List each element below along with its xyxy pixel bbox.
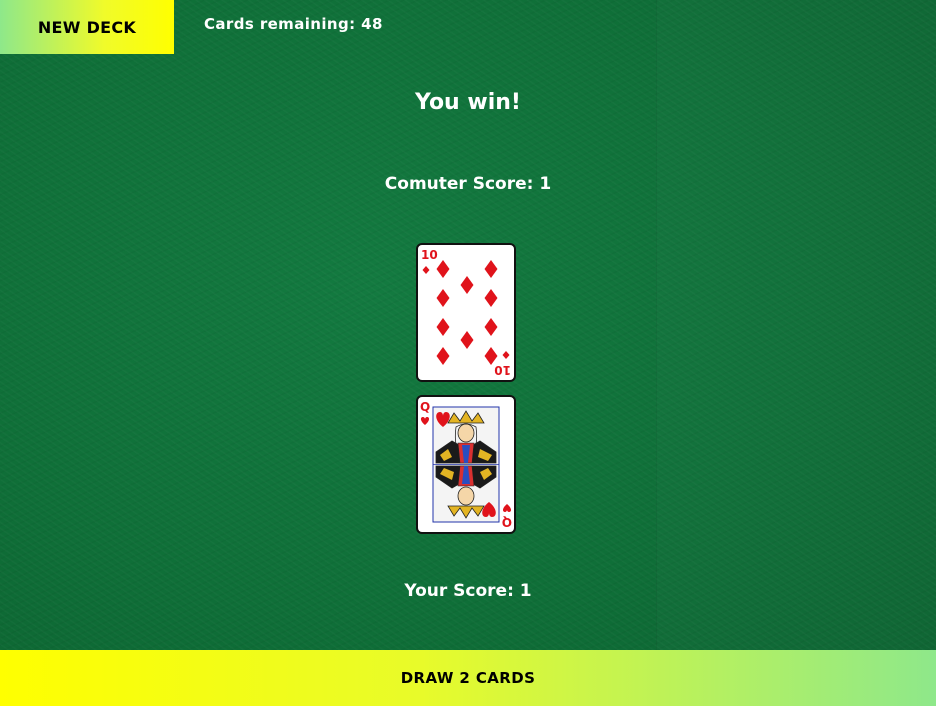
ten-of-diamonds-face: 10 10 [421, 248, 511, 377]
corner-rank-top: 10 [421, 248, 438, 262]
player-card: Q Q [416, 395, 516, 534]
pip-diamond-icon [436, 347, 450, 365]
pip-diamond-icon [484, 347, 498, 365]
pip-diamond-icon [436, 289, 450, 307]
pip-diamond-icon [436, 318, 450, 336]
pip-diamond-icon [460, 276, 474, 294]
corner-heart-icon [502, 504, 512, 512]
draw-cards-button[interactable]: DRAW 2 CARDS [0, 650, 936, 706]
corner-rank-bottom: 10 [494, 363, 511, 377]
corner-diamond-icon [422, 266, 430, 274]
queen-of-hearts-face: Q Q [420, 400, 512, 529]
computer-score: Comuter Score: 1 [384, 174, 552, 194]
pip-diamond-icon [460, 331, 474, 349]
corner-diamond-icon [502, 351, 510, 359]
pip-diamond-icon [484, 318, 498, 336]
pip-diamond-icon [436, 260, 450, 278]
cards-remaining-counter: Cards remaining: 48 [204, 15, 383, 33]
computer-card: 10 10 [416, 243, 516, 382]
player-score: Your Score: 1 [404, 581, 532, 601]
corner-heart-icon [420, 417, 430, 425]
pip-diamond-icon [484, 289, 498, 307]
corner-rank-top: Q [420, 400, 430, 414]
corner-rank-bottom: Q [502, 515, 512, 529]
pip-diamond-icon [484, 260, 498, 278]
new-deck-button[interactable]: NEW DECK [0, 0, 174, 54]
game-result-message: You win! [415, 90, 521, 115]
